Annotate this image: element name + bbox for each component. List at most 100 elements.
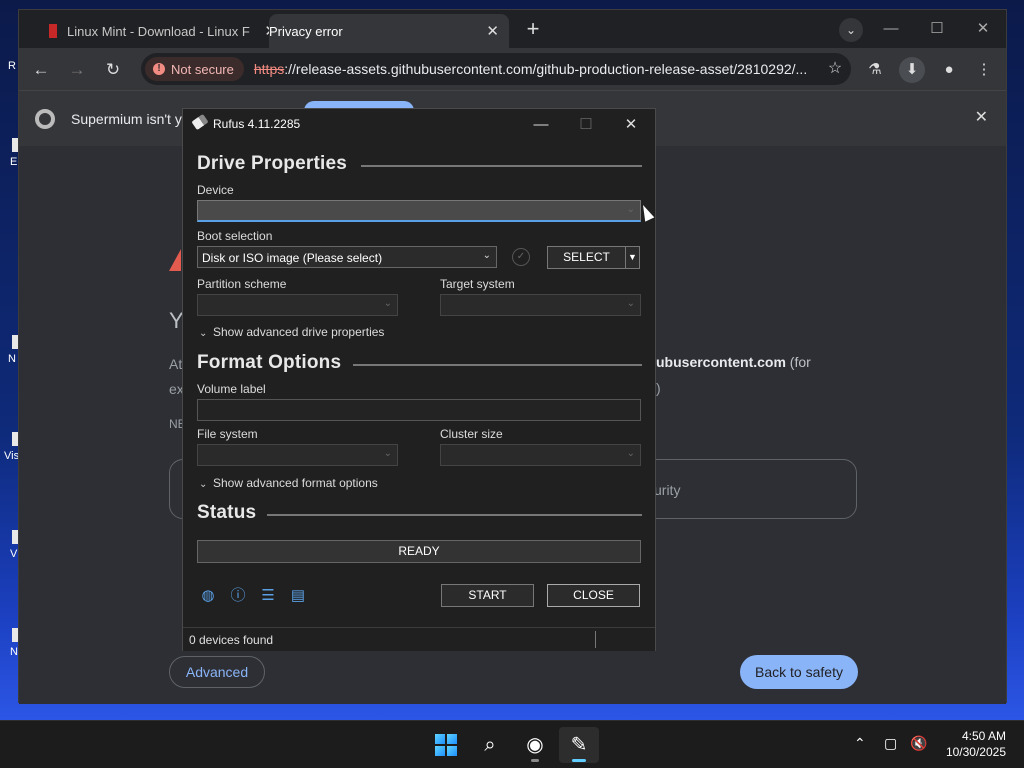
verify-check-icon[interactable]: ✓: [512, 248, 530, 266]
file-system-label: File system: [197, 427, 258, 441]
tab-search-icon[interactable]: ⌄: [839, 18, 863, 42]
progress-text: READY: [398, 544, 440, 558]
boot-selection-value: Disk or ISO image (Please select): [202, 251, 383, 265]
error-text: At: [169, 356, 183, 372]
maximize-icon[interactable]: ☐: [917, 16, 957, 42]
warning-icon: !: [153, 63, 165, 75]
status-bar-divider: [595, 631, 596, 648]
select-button[interactable]: SELECT ▼: [547, 246, 640, 269]
cluster-size-dropdown[interactable]: ⌄: [440, 444, 641, 466]
security-chip-label: Not secure: [171, 61, 234, 77]
partition-scheme-dropdown[interactable]: ⌄: [197, 294, 398, 316]
chevron-down-icon: ⌄: [626, 298, 635, 309]
desktop-icon[interactable]: E: [0, 138, 20, 178]
globe-language-icon[interactable]: ◍: [199, 587, 217, 605]
chevron-down-icon: ⌄: [383, 298, 392, 309]
profile-icon[interactable]: ●: [936, 57, 962, 83]
desktop-icon[interactable]: V: [0, 530, 20, 570]
target-system-label: Target system: [440, 277, 515, 291]
advanced-format-toggle[interactable]: ⌄ Show advanced format options: [199, 476, 378, 490]
tab-linux-mint[interactable]: Linux Mint - Download - Linux F ✕: [33, 14, 277, 48]
search-icon[interactable]: ⌕: [470, 727, 510, 763]
new-tab-button[interactable]: +: [519, 16, 547, 44]
desktop-icon-label: E: [10, 156, 18, 168]
status-heading: Status: [197, 502, 257, 523]
tab-strip: Linux Mint - Download - Linux F ✕ Privac…: [19, 10, 1006, 48]
advanced-format-label: Show advanced format options: [213, 476, 378, 490]
progress-bar: READY: [197, 540, 641, 563]
device-dropdown[interactable]: ⌄: [197, 200, 641, 222]
format-options-heading: Format Options: [197, 352, 342, 373]
download-icon[interactable]: ⬇: [899, 57, 925, 83]
maximize-icon[interactable]: ☐: [564, 113, 608, 137]
back-arrow-icon[interactable]: ←: [27, 56, 55, 84]
url-text: ://release-assets.githubusercontent.com/…: [284, 61, 808, 77]
taskbar: ⌕ ◉ ✎ ⌃ ▢ 🔇 4:50 AM 10/30/2025: [0, 720, 1024, 768]
cluster-size-label: Cluster size: [440, 427, 503, 441]
desktop-icon[interactable]: R: [0, 58, 20, 98]
menu-kebab-icon[interactable]: ⋮: [971, 57, 997, 83]
chevron-up-icon[interactable]: ⌃: [854, 735, 866, 752]
close-icon[interactable]: ✕: [609, 113, 653, 137]
start-menu-button[interactable]: [426, 727, 466, 763]
info-icon[interactable]: ⓘ: [229, 587, 247, 605]
section-divider: [353, 364, 642, 366]
boot-selection-dropdown[interactable]: Disk or ISO image (Please select) ⌄: [197, 246, 497, 268]
close-button[interactable]: CLOSE: [547, 584, 640, 607]
chevron-down-icon: ⌄: [199, 328, 208, 339]
volume-muted-icon[interactable]: 🔇: [910, 735, 927, 752]
rufus-title: Rufus 4.11.2285: [213, 117, 301, 131]
running-indicator: [531, 759, 539, 762]
minimize-icon[interactable]: —: [871, 16, 911, 42]
tab-title: Privacy error: [269, 23, 343, 39]
tab-privacy-error[interactable]: Privacy error ✕: [269, 14, 509, 48]
desktop-icon-label: N: [10, 646, 18, 658]
dropdown-arrow-icon[interactable]: ▼: [625, 247, 639, 268]
forward-arrow-icon[interactable]: →: [63, 56, 91, 84]
reload-icon[interactable]: ↻: [99, 56, 127, 84]
error-host-bold: ubusercontent.com: [656, 354, 786, 370]
desktop-icon-label: V: [10, 548, 18, 560]
advanced-button[interactable]: Advanced: [169, 656, 265, 688]
url-scheme: https: [253, 61, 285, 77]
system-clock[interactable]: 4:50 AM 10/30/2025: [946, 728, 1006, 760]
status-bar-text: 0 devices found: [189, 633, 274, 647]
bookmark-star-icon[interactable]: ☆: [823, 57, 847, 81]
info-bar-close-icon[interactable]: ✕: [975, 107, 988, 127]
rufus-taskbar-icon[interactable]: ✎: [559, 727, 599, 763]
file-system-dropdown[interactable]: ⌄: [197, 444, 398, 466]
enhanced-protection-text: urity: [654, 482, 681, 498]
section-divider: [361, 165, 642, 167]
minimize-icon[interactable]: —: [519, 113, 563, 137]
start-button[interactable]: START: [441, 584, 534, 607]
desktop-icon[interactable]: N: [0, 335, 20, 375]
clock-time: 4:50 AM: [961, 729, 1006, 743]
section-divider: [267, 514, 642, 516]
tab-title: Linux Mint - Download - Linux F: [67, 23, 250, 39]
settings-sliders-icon[interactable]: ☰: [259, 587, 277, 605]
warning-triangle-icon: [169, 249, 181, 271]
desktop-icon-label: Vis: [4, 450, 20, 462]
drive-properties-heading: Drive Properties: [197, 153, 347, 174]
back-to-safety-button[interactable]: Back to safety: [740, 655, 858, 689]
desktop-icon[interactable]: N: [0, 628, 20, 668]
chevron-down-icon: ⌄: [626, 204, 635, 215]
windows-logo-icon: [435, 734, 457, 756]
error-text: ): [656, 380, 661, 396]
network-icon[interactable]: ▢: [884, 735, 897, 752]
advanced-drive-toggle[interactable]: ⌄ Show advanced drive properties: [199, 325, 384, 339]
browser-taskbar-icon[interactable]: ◉: [515, 727, 555, 763]
log-icon[interactable]: ▤: [289, 587, 307, 605]
tab-close-icon[interactable]: ✕: [486, 22, 499, 40]
labs-flask-icon[interactable]: ⚗: [862, 57, 888, 83]
boot-selection-label: Boot selection: [197, 229, 273, 243]
close-icon[interactable]: ✕: [963, 16, 1003, 42]
volume-label-input[interactable]: [197, 399, 641, 421]
partition-scheme-label: Partition scheme: [197, 277, 287, 291]
clock-date: 10/30/2025: [945, 745, 1006, 759]
target-system-dropdown[interactable]: ⌄: [440, 294, 641, 316]
address-bar[interactable]: ! Not secure https ://release-assets.git…: [141, 53, 851, 85]
security-chip[interactable]: ! Not secure: [145, 57, 244, 81]
desktop-icon[interactable]: Vis: [0, 432, 20, 472]
chromium-logo-icon: [35, 109, 55, 129]
